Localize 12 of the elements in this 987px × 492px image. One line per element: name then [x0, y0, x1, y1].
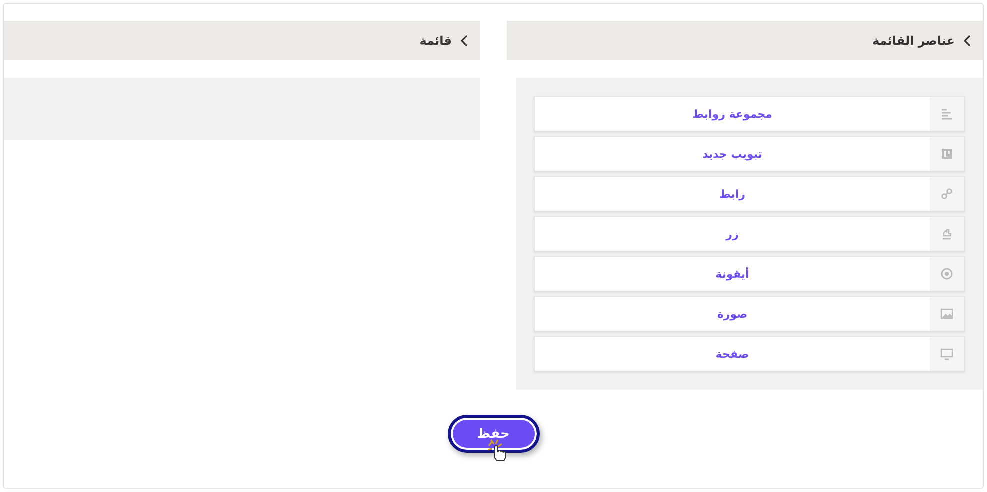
page-type-icon: [940, 347, 954, 361]
image-type-icon: [940, 307, 954, 321]
panel-title: عناصر القائمة: [872, 34, 955, 48]
panel-title: قائمة: [420, 34, 452, 48]
button-type-icon: [940, 227, 954, 241]
chevron-icon[interactable]: [963, 34, 973, 46]
icon-type-icon: [940, 267, 954, 281]
chevron-icon[interactable]: [460, 34, 470, 46]
hand-cursor-icon: [486, 438, 508, 462]
tab-type-icon: [940, 147, 954, 161]
link-type-icon: [940, 187, 954, 201]
group-type-icon: [940, 107, 954, 121]
